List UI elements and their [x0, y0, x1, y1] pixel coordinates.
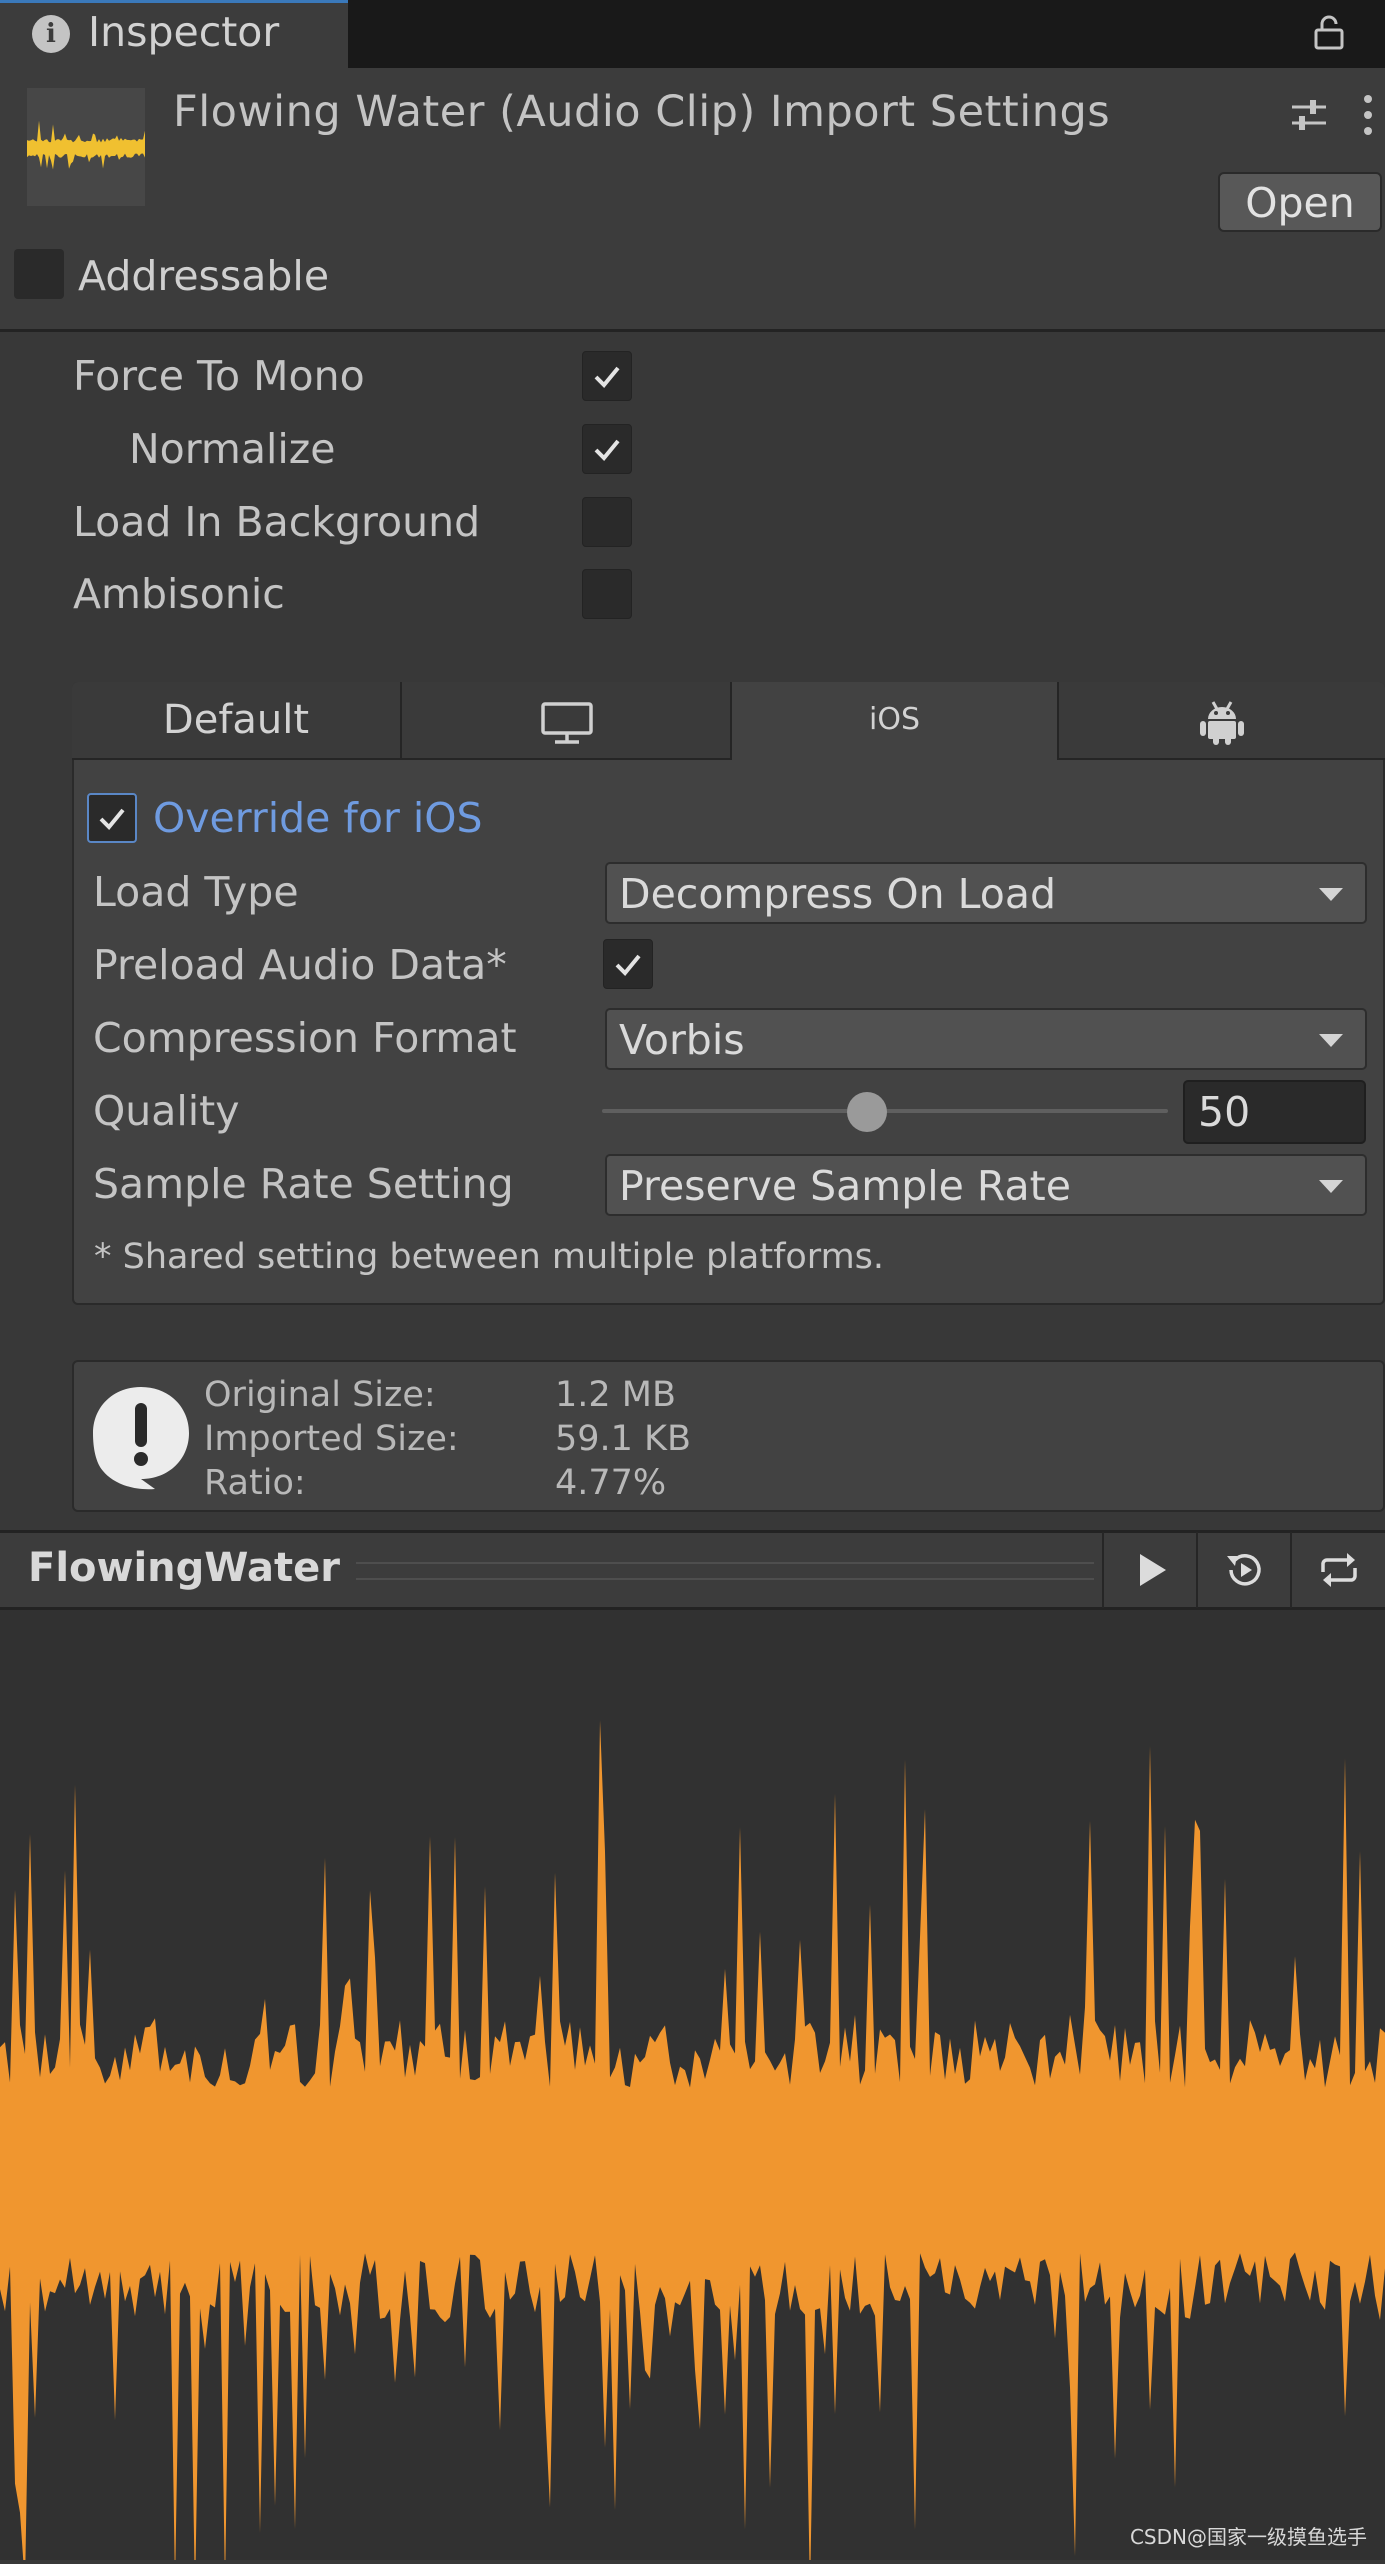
compression-format-label: Compression Format	[93, 1014, 517, 1062]
ratio-label: Ratio:	[204, 1463, 306, 1503]
waveform-shape	[0, 1720, 1385, 2564]
autoplay-icon	[1227, 1554, 1261, 1586]
ratio-value: 4.77%	[555, 1463, 667, 1503]
dropdown-arrow-icon	[1319, 1180, 1343, 1193]
tab-ios[interactable]: iOS	[732, 682, 1059, 760]
original-size-label: Original Size:	[204, 1375, 436, 1415]
load-type-dropdown[interactable]: Decompress On Load	[605, 862, 1367, 924]
play-button[interactable]	[1102, 1532, 1196, 1608]
load-type-value: Decompress On Load	[619, 870, 1056, 918]
monitor-icon	[541, 702, 593, 744]
checkmark-icon	[594, 366, 620, 388]
watermark-text: CSDN@国家一级摸鱼选手	[1129, 2525, 1367, 2549]
more-options-icon[interactable]	[1362, 93, 1374, 137]
load-in-background-label: Load In Background	[73, 498, 481, 546]
shared-setting-footnote: * Shared setting between multiple platfo…	[94, 1237, 885, 1277]
preview-title: FlowingWater	[28, 1545, 340, 1591]
info-icon: i	[32, 15, 70, 53]
preview-drag-handle[interactable]	[356, 1562, 1094, 1580]
normalize-label: Normalize	[129, 425, 336, 473]
normalize-checkbox[interactable]	[582, 424, 632, 474]
checkmark-icon	[99, 808, 125, 830]
load-type-label: Load Type	[93, 868, 299, 916]
imported-size-value: 59.1 KB	[555, 1419, 692, 1459]
tab-standalone[interactable]	[402, 682, 732, 760]
loop-icon	[1321, 1553, 1357, 1587]
override-for-ios-checkbox[interactable]	[87, 793, 137, 843]
compression-format-value: Vorbis	[619, 1016, 745, 1064]
presets-icon[interactable]	[1290, 97, 1328, 133]
sample-rate-setting-label: Sample Rate Setting	[93, 1160, 514, 1208]
android-icon	[1200, 701, 1244, 745]
dropdown-arrow-icon	[1319, 1034, 1343, 1047]
tab-ios-label: iOS	[869, 702, 920, 737]
tab-default-label: Default	[162, 697, 310, 743]
ambisonic-checkbox[interactable]	[582, 569, 632, 619]
compression-format-dropdown[interactable]: Vorbis	[605, 1008, 1367, 1070]
force-to-mono-label: Force To Mono	[73, 352, 365, 400]
addressable-checkbox[interactable]	[14, 249, 64, 299]
sample-rate-setting-dropdown[interactable]: Preserve Sample Rate	[605, 1154, 1367, 1216]
autoplay-button[interactable]	[1196, 1532, 1290, 1608]
tab-android[interactable]	[1059, 682, 1385, 760]
tab-title: Inspector	[88, 8, 280, 56]
preload-audio-data-label: Preload Audio Data*	[93, 941, 507, 989]
audio-waveform	[0, 1720, 1385, 2564]
thumbnail-waveform	[27, 120, 145, 170]
dropdown-arrow-icon	[1319, 888, 1343, 901]
open-button[interactable]: Open	[1218, 172, 1382, 232]
quality-slider-handle[interactable]	[847, 1092, 887, 1132]
loop-button[interactable]	[1290, 1532, 1385, 1608]
quality-label: Quality	[93, 1087, 240, 1135]
load-in-background-checkbox[interactable]	[582, 497, 632, 547]
addressable-label: Addressable	[78, 252, 330, 300]
imported-size-label: Imported Size:	[204, 1419, 459, 1459]
preload-audio-data-checkbox[interactable]	[603, 939, 653, 989]
ambisonic-label: Ambisonic	[73, 570, 285, 618]
quality-input[interactable]: 50	[1183, 1080, 1366, 1144]
waveform-shape	[27, 120, 145, 170]
original-size-value: 1.2 MB	[555, 1375, 676, 1415]
waveform-preview	[0, 1610, 1385, 2564]
sample-rate-setting-value: Preserve Sample Rate	[619, 1162, 1071, 1210]
warning-icon	[93, 1387, 189, 1490]
force-to-mono-checkbox[interactable]	[582, 351, 632, 401]
lock-icon[interactable]	[1313, 14, 1345, 50]
play-icon	[1140, 1554, 1166, 1586]
tab-default[interactable]: Default	[72, 682, 402, 760]
checkmark-icon	[615, 954, 641, 976]
header-title: Flowing Water (Audio Clip) Import Settin…	[173, 87, 1111, 137]
checkmark-icon	[594, 439, 620, 461]
override-for-ios-label: Override for iOS	[153, 794, 483, 842]
audio-thumbnail	[27, 88, 145, 206]
